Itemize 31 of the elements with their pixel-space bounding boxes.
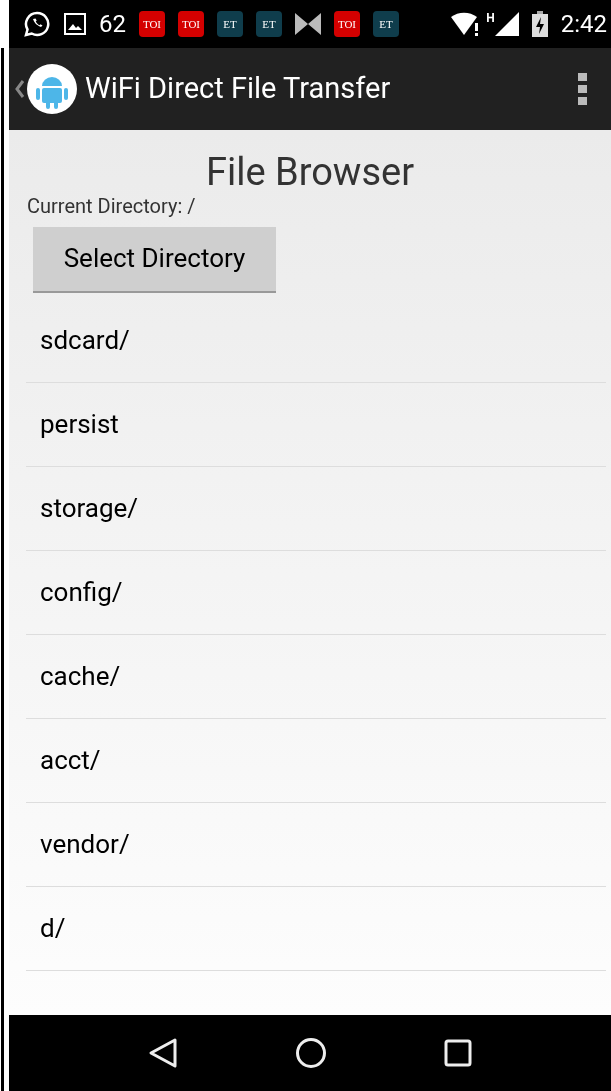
app-title: WiFi Direct File Transfer	[85, 70, 391, 108]
chat-bubble-icon	[23, 10, 51, 38]
directory-list-item[interactable]: config/	[26, 550, 606, 635]
directory-list-item[interactable]: sdcard/	[26, 298, 606, 383]
directory-list-item[interactable]: persist	[26, 382, 606, 467]
current-directory-label: Current Directory: /	[27, 193, 197, 219]
notification-count: 62	[99, 12, 126, 36]
directory-list-item[interactable]: vendor/	[26, 802, 606, 887]
directory-list-item[interactable]: acct/	[26, 718, 606, 803]
network-type-label: H	[486, 12, 495, 24]
clock: 2:42	[560, 12, 607, 36]
image-icon	[64, 13, 86, 35]
directory-list-item[interactable]: cache/	[26, 634, 606, 719]
news-app-icon: TOI	[178, 11, 204, 37]
bowtie-icon	[295, 13, 321, 35]
recent-apps-button[interactable]	[444, 1039, 473, 1067]
news-app-icon: ET	[217, 11, 243, 37]
back-chevron-icon	[15, 80, 25, 98]
news-app-icon: TOI	[334, 11, 360, 37]
news-app-icon: TOI	[139, 11, 165, 37]
news-app-icon: ET	[373, 11, 399, 37]
battery-charging-icon	[531, 11, 548, 37]
select-directory-button[interactable]: Select Directory	[33, 226, 276, 293]
android-logo-icon	[27, 64, 77, 114]
directory-list-item[interactable]: d/	[26, 886, 606, 971]
directory-list-item[interactable]: storage/	[26, 466, 606, 551]
home-button[interactable]	[295, 1037, 327, 1069]
page-title: File Browser	[205, 150, 415, 196]
news-app-icon: ET	[256, 11, 282, 37]
signal-icon	[494, 12, 519, 36]
back-button[interactable]	[147, 1037, 178, 1069]
